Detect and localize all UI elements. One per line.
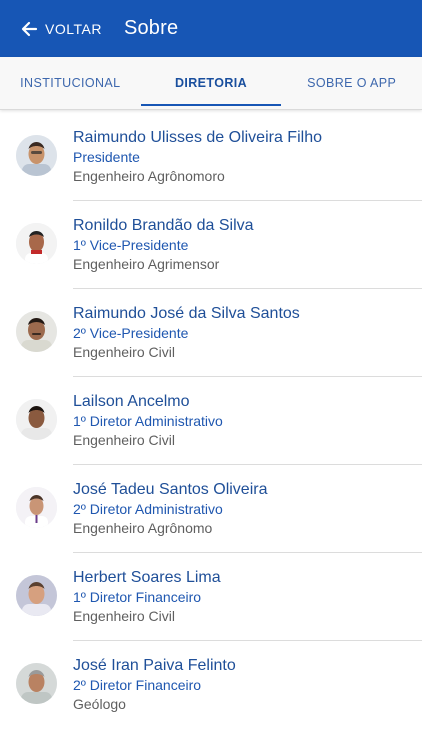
member-name: Herbert Soares Lima	[73, 569, 221, 586]
tab-bar: INSTITUCIONAL DIRETORIA SOBRE O APP	[0, 57, 422, 110]
tab-sobre-o-app[interactable]: SOBRE O APP	[281, 57, 422, 109]
member-name: Raimundo Ulisses de Oliveira Filho	[73, 129, 322, 146]
member-name: Lailson Ancelmo	[73, 393, 190, 410]
avatar	[16, 575, 57, 616]
member-role: Presidente	[73, 149, 140, 165]
list-item[interactable]: Raimundo Ulisses de Oliveira Filho Presi…	[0, 113, 422, 201]
board-members-list: Raimundo Ulisses de Oliveira Filho Presi…	[0, 113, 422, 729]
avatar	[16, 135, 57, 176]
avatar	[16, 663, 57, 704]
arrow-left-icon	[20, 20, 38, 38]
member-profession: Engenheiro Civil	[73, 344, 175, 360]
member-profession: Engenheiro Agrônomo	[73, 520, 213, 536]
member-role: 1º Diretor Administrativo	[73, 413, 223, 429]
list-item[interactable]: José Tadeu Santos Oliveira 2º Diretor Ad…	[0, 465, 422, 553]
avatar	[16, 399, 57, 440]
member-profession: Geólogo	[73, 696, 126, 712]
back-label: VOLTAR	[45, 20, 102, 37]
app-bar: VOLTAR Sobre	[0, 0, 422, 57]
list-item[interactable]: Raimundo José da Silva Santos 2º Vice-Pr…	[0, 289, 422, 377]
list-item[interactable]: Ronildo Brandão da Silva 1º Vice-Preside…	[0, 201, 422, 289]
member-role: 2º Diretor Administrativo	[73, 501, 223, 517]
tab-institucional[interactable]: INSTITUCIONAL	[0, 57, 141, 109]
member-role: 1º Vice-Presidente	[73, 237, 189, 253]
avatar	[16, 223, 57, 264]
page-title: Sobre	[123, 17, 179, 39]
member-role: 2º Diretor Financeiro	[73, 677, 202, 693]
avatar	[16, 311, 57, 352]
member-name: Raimundo José da Silva Santos	[73, 305, 300, 322]
member-name: José Iran Paiva Felinto	[73, 657, 236, 674]
list-item[interactable]: Herbert Soares Lima 1º Diretor Financeir…	[0, 553, 422, 641]
member-profession: Engenheiro Agrônomoro	[73, 168, 225, 184]
list-item[interactable]: Lailson Ancelmo 1º Diretor Administrativ…	[0, 377, 422, 465]
member-role: 1º Diretor Financeiro	[73, 589, 202, 605]
tab-diretoria[interactable]: DIRETORIA	[140, 57, 282, 109]
member-profession: Engenheiro Civil	[73, 432, 175, 448]
member-name: José Tadeu Santos Oliveira	[73, 481, 268, 498]
member-name: Ronildo Brandão da Silva	[73, 217, 254, 234]
back-button[interactable]: VOLTAR	[0, 0, 110, 57]
member-profession: Engenheiro Agrimensor	[73, 256, 220, 272]
member-profession: Engenheiro Civil	[73, 608, 175, 624]
avatar	[16, 487, 57, 528]
list-item[interactable]: José Iran Paiva Felinto 2º Diretor Finan…	[0, 641, 422, 729]
member-role: 2º Vice-Presidente	[73, 325, 189, 341]
